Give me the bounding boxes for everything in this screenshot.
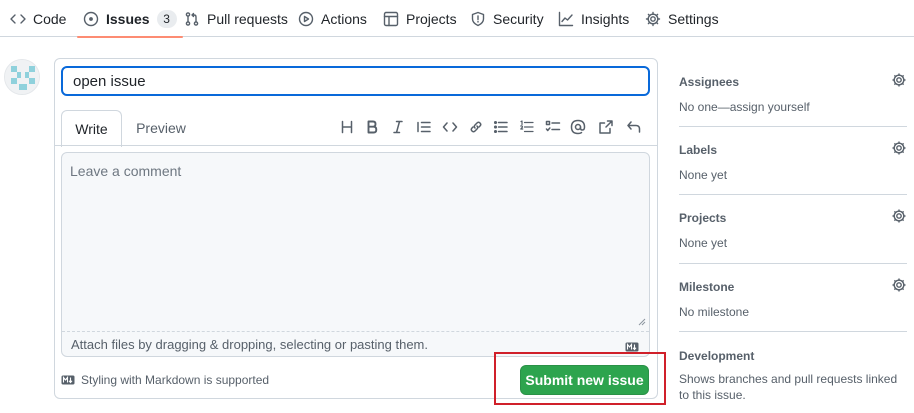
assignees-value[interactable]: No one—assign yourself (679, 99, 907, 115)
code-icon (10, 13, 26, 24)
sidebar-projects: Projects None yet (679, 208, 907, 251)
task-list-icon[interactable] (542, 116, 564, 138)
tab-pull-requests[interactable]: Pull requests (184, 0, 288, 37)
sidebar-milestone: Milestone No milestone (679, 277, 907, 320)
labels-heading: Labels (679, 143, 718, 157)
assignees-heading: Assignees (679, 75, 740, 89)
tab-security[interactable]: Security (470, 0, 544, 37)
issue-opened-icon (83, 11, 99, 26)
tab-code[interactable]: Code (10, 0, 66, 37)
identicon-image (5, 60, 39, 94)
tab-preview[interactable]: Preview (129, 110, 193, 146)
graph-icon (558, 11, 574, 26)
editor-tabs-divider (55, 145, 657, 146)
tab-actions[interactable]: Actions (298, 0, 367, 37)
tab-security-label: Security (493, 10, 544, 27)
code-icon[interactable] (439, 116, 461, 138)
milestone-gear-icon[interactable] (891, 277, 907, 293)
attach-files-text: Attach files by dragging & dropping, sel… (71, 337, 428, 352)
markdown-supported-hint[interactable]: Styling with Markdown is supported (61, 373, 269, 387)
tab-insights[interactable]: Insights (558, 0, 629, 37)
sidebar-labels: Labels None yet (679, 140, 907, 183)
projects-gear-icon[interactable] (891, 208, 907, 224)
markdown-icon (61, 375, 75, 385)
table-icon (383, 11, 399, 26)
markdown-hint-text: Styling with Markdown is supported (81, 373, 270, 387)
cross-reference-icon[interactable] (595, 116, 617, 138)
sidebar-assignees: Assignees No one—assign yourself (679, 72, 907, 115)
tab-issues[interactable]: Issues 3 (77, 0, 183, 38)
comment-box: Attach files by dragging & dropping, sel… (61, 152, 650, 357)
avatar (4, 59, 40, 95)
tab-write[interactable]: Write (61, 110, 122, 147)
sidebar-divider (679, 126, 907, 127)
sidebar-divider (679, 263, 907, 264)
git-pull-request-icon (185, 11, 199, 26)
gear-icon (645, 11, 661, 26)
comment-textarea[interactable] (62, 153, 649, 331)
resize-handle-icon[interactable] (638, 318, 646, 326)
projects-heading: Projects (679, 211, 727, 225)
tab-projects[interactable]: Projects (383, 0, 457, 37)
sidebar-development: Development Shows branches and pull requ… (679, 349, 907, 403)
projects-value: None yet (679, 236, 728, 250)
sidebar-divider (679, 194, 907, 195)
milestone-heading: Milestone (679, 280, 735, 294)
sidebar-divider (679, 331, 907, 332)
tab-settings[interactable]: Settings (645, 0, 719, 37)
bold-icon[interactable] (361, 116, 383, 138)
italic-icon[interactable] (387, 116, 409, 138)
tab-projects-label: Projects (406, 10, 457, 27)
highlight-annotation-box (494, 352, 666, 405)
assignees-gear-icon[interactable] (891, 72, 907, 88)
development-heading: Development (679, 349, 755, 363)
issues-count-badge: 3 (156, 9, 177, 28)
tab-pull-requests-label: Pull requests (207, 10, 288, 27)
unordered-list-icon[interactable] (490, 116, 512, 138)
heading-icon[interactable] (336, 116, 358, 138)
link-icon[interactable] (465, 116, 487, 138)
tab-issues-label: Issues (106, 10, 150, 27)
ordered-list-icon[interactable] (516, 116, 538, 138)
issue-title-input[interactable] (61, 66, 650, 96)
tab-actions-label: Actions (321, 10, 367, 27)
play-icon (298, 11, 314, 26)
shield-icon (471, 11, 485, 26)
labels-value: None yet (679, 168, 728, 182)
undo-icon[interactable] (623, 116, 645, 138)
tab-code-label: Code (33, 10, 67, 27)
milestone-value: No milestone (679, 305, 750, 319)
quote-icon[interactable] (413, 116, 435, 138)
repo-nav: Code Issues 3 Pull requests Actions Proj… (0, 0, 914, 38)
labels-gear-icon[interactable] (891, 140, 907, 156)
tab-settings-label: Settings (668, 10, 719, 27)
development-value: Shows branches and pull requests linked … (679, 372, 898, 402)
tab-insights-label: Insights (581, 10, 630, 27)
mention-icon[interactable] (567, 116, 589, 138)
